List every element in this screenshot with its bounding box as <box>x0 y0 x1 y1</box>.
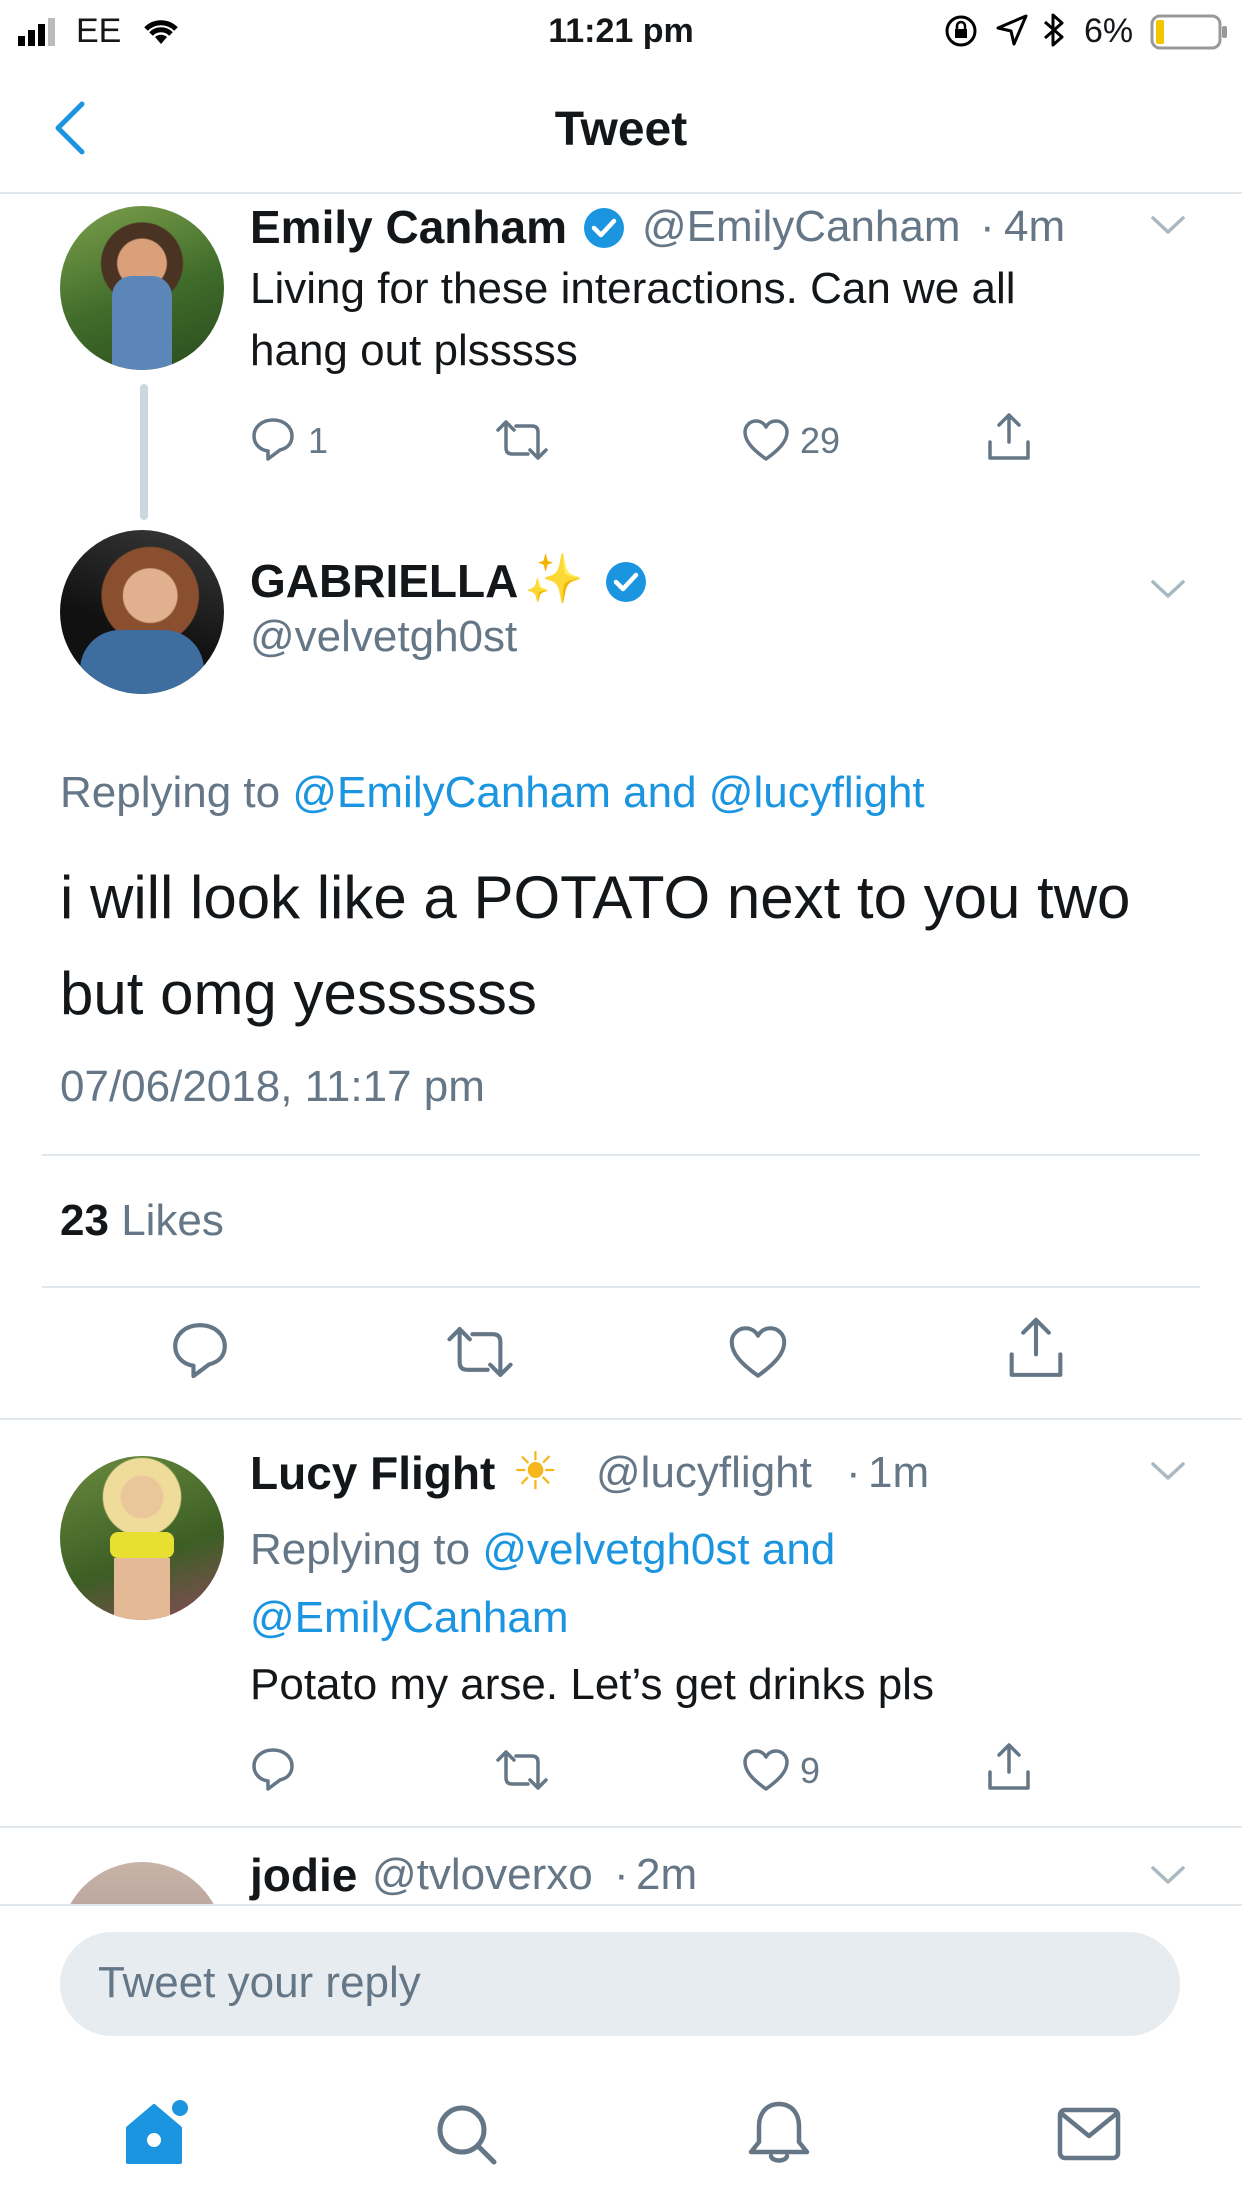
tweet-emily[interactable]: Emily Canham @EmilyCanham · 4m Living fo… <box>0 194 1242 520</box>
home-icon[interactable] <box>122 2098 192 2168</box>
like-count: 9 <box>800 1750 821 1791</box>
tweet-text-line: i will look like a POTATO next to you tw… <box>60 864 1131 931</box>
avatar[interactable] <box>60 1862 224 1904</box>
reply-icon[interactable] <box>170 1320 230 1380</box>
main-tweet: GABRIELLA ✨ @velvetgh0st Replying to @Em… <box>0 520 1242 1420</box>
author-name[interactable]: Emily Canham <box>250 200 567 254</box>
reply-mention-link[interactable]: @lucyflight <box>709 768 925 817</box>
tweet-time: 1m <box>868 1448 930 1497</box>
tweet-time: 2m <box>636 1850 698 1899</box>
tweet-text-line: Living for these interactions. Can we al… <box>250 264 1016 313</box>
tweet-text: Potato my arse. Let’s get drinks pls <box>250 1660 934 1709</box>
reply-mention-link[interactable]: @EmilyCanham <box>250 1584 835 1652</box>
avatar[interactable] <box>60 530 224 694</box>
reply-and-link[interactable]: and <box>623 768 696 817</box>
reply-icon[interactable] <box>250 1746 296 1792</box>
nav-header: Tweet <box>0 64 1242 194</box>
author-name[interactable]: Lucy Flight <box>250 1446 495 1500</box>
reply-mention-link[interactable]: @velvetgh0st <box>482 1525 749 1574</box>
tweet-text: i will look like a POTATO next to you tw… <box>60 850 1200 1042</box>
sparkles-emoji: ✨ <box>524 553 584 606</box>
battery-percent: 6% <box>1084 12 1134 50</box>
bluetooth-icon <box>1042 12 1066 48</box>
like-count: 29 <box>800 420 841 461</box>
chevron-down-icon[interactable] <box>1150 578 1186 600</box>
retweet-icon[interactable] <box>494 418 550 462</box>
tweet-text-line: hang out plsssss <box>250 326 578 375</box>
share-icon[interactable] <box>986 412 1032 462</box>
share-icon[interactable] <box>986 1742 1032 1792</box>
separator-dot: · <box>614 1850 629 1899</box>
reply-placeholder: Tweet your reply <box>98 1958 421 2007</box>
rotation-lock-icon <box>944 14 978 48</box>
retweet-icon[interactable] <box>494 1748 550 1792</box>
like-icon[interactable] <box>728 1324 788 1380</box>
chevron-down-icon[interactable] <box>1150 1460 1186 1482</box>
separator-dot: · <box>980 202 995 251</box>
reply-icon[interactable] <box>250 416 296 462</box>
replying-to: Replying to @EmilyCanham and @lucyflight <box>60 768 925 818</box>
verified-badge-icon <box>604 560 648 604</box>
tweet-lucy[interactable]: Lucy Flight ☀ @lucyflight · 1m Replying … <box>0 1420 1242 1826</box>
like-icon[interactable] <box>742 1748 790 1792</box>
avatar[interactable] <box>60 1456 224 1620</box>
replying-to: Replying to @velvetgh0st and @EmilyCanha… <box>250 1516 835 1652</box>
search-icon[interactable] <box>434 2102 500 2168</box>
author-name[interactable]: jodie <box>250 1848 357 1902</box>
author-handle[interactable]: @velvetgh0st <box>250 612 517 662</box>
likes-count: 23 <box>60 1196 109 1245</box>
author-name[interactable]: GABRIELLA <box>250 554 518 608</box>
battery-icon <box>1150 14 1230 50</box>
likes-summary[interactable]: 23 Likes <box>60 1196 224 1246</box>
reply-count: 1 <box>308 420 329 461</box>
replying-to-label: Replying to <box>250 1525 471 1574</box>
tweet-time: 4m <box>1004 202 1066 251</box>
separator-dot: · <box>846 1448 861 1497</box>
thread-line <box>140 384 148 520</box>
reply-and-link[interactable]: and <box>762 1525 835 1574</box>
messages-envelope-icon[interactable] <box>1056 2106 1122 2162</box>
tab-bar <box>0 2046 1242 2208</box>
notifications-bell-icon[interactable] <box>746 2098 812 2168</box>
tweet-text-line: but omg yessssss <box>60 960 537 1027</box>
tweet-text: Living for these interactions. Can we al… <box>250 258 1190 382</box>
share-icon[interactable] <box>1006 1316 1066 1380</box>
author-handle[interactable]: @tvloverxo <box>372 1850 593 1900</box>
status-bar: EE 11:21 pm 6% <box>0 0 1242 64</box>
retweet-icon[interactable] <box>444 1324 516 1380</box>
chevron-down-icon[interactable] <box>1150 1864 1186 1886</box>
avatar[interactable] <box>60 206 224 370</box>
divider <box>42 1286 1200 1288</box>
replying-to-label: Replying to <box>60 768 281 817</box>
chevron-down-icon[interactable] <box>1150 214 1186 236</box>
page-title: Tweet <box>554 103 688 156</box>
sun-emoji: ☀ <box>512 1443 559 1501</box>
author-handle[interactable]: @lucyflight <box>596 1448 812 1498</box>
likes-label: Likes <box>121 1196 224 1245</box>
location-icon <box>996 14 1028 46</box>
verified-badge-icon <box>582 206 626 250</box>
tweet-jodie[interactable]: jodie @tvloverxo · 2m <box>0 1828 1242 1904</box>
like-icon[interactable] <box>742 418 790 462</box>
author-handle[interactable]: @EmilyCanham <box>642 202 961 252</box>
tweet-timestamp: 07/06/2018, 11:17 pm <box>60 1062 485 1111</box>
reply-mention-link[interactable]: @EmilyCanham <box>292 768 611 817</box>
divider <box>42 1154 1200 1156</box>
